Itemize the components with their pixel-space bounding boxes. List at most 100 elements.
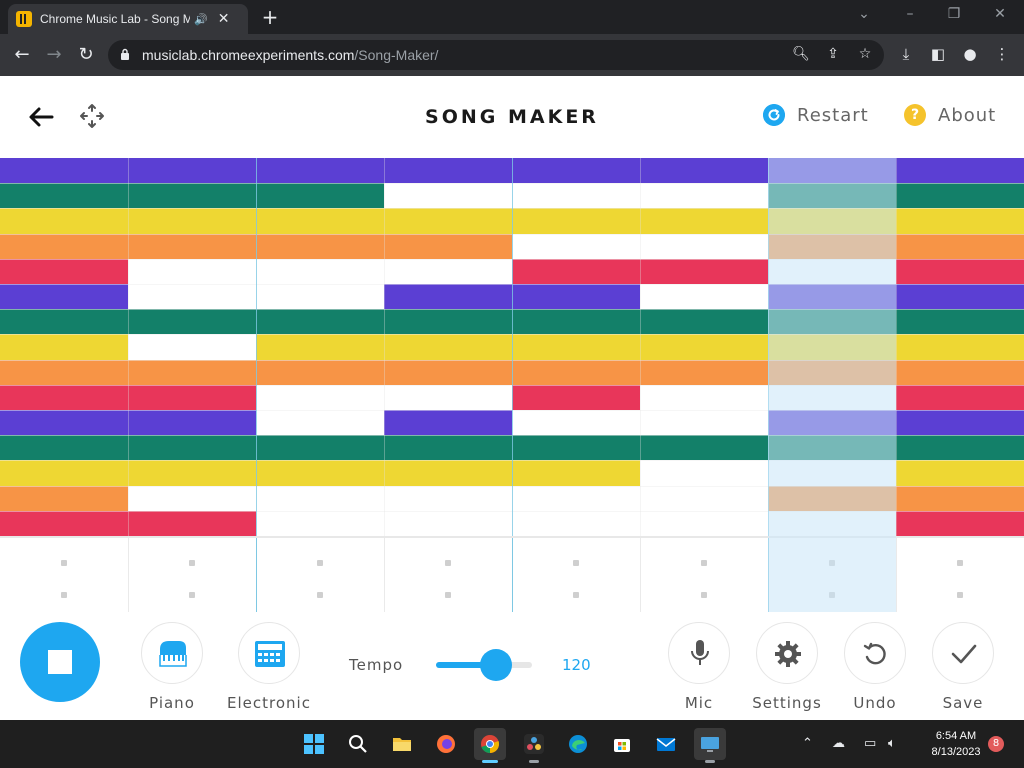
percussion-grid[interactable] xyxy=(0,536,1024,614)
note-cell[interactable] xyxy=(768,309,896,335)
reload-icon[interactable]: ↻ xyxy=(74,43,98,67)
profile-icon[interactable]: ● xyxy=(960,45,980,63)
percussion-cell[interactable] xyxy=(317,592,323,598)
speaker-icon[interactable]: 🔊 xyxy=(194,13,208,26)
note-cell[interactable] xyxy=(640,233,768,259)
undo-button[interactable]: Undo xyxy=(829,622,921,712)
start-button[interactable] xyxy=(298,728,330,760)
note-cell[interactable] xyxy=(384,183,512,209)
note-cell[interactable] xyxy=(512,183,640,209)
taskbar-firefox[interactable] xyxy=(430,728,462,760)
note-cell[interactable] xyxy=(640,334,768,360)
note-cell[interactable] xyxy=(640,158,768,184)
close-window-icon[interactable]: ✕ xyxy=(988,6,1012,22)
note-cell[interactable] xyxy=(768,208,896,234)
note-cell[interactable] xyxy=(896,460,1024,486)
melody-grid[interactable] xyxy=(0,158,1024,536)
note-cell[interactable] xyxy=(896,384,1024,410)
percussion-cell[interactable] xyxy=(573,592,579,598)
note-cell[interactable] xyxy=(512,208,640,234)
note-cell[interactable] xyxy=(256,359,384,385)
note-cell[interactable] xyxy=(640,460,768,486)
about-button[interactable]: ? About xyxy=(904,104,996,126)
note-cell[interactable] xyxy=(128,510,256,536)
share-icon[interactable]: ⇪ xyxy=(824,46,842,62)
note-cell[interactable] xyxy=(128,334,256,360)
note-cell[interactable] xyxy=(0,435,128,461)
note-cell[interactable] xyxy=(768,485,896,511)
note-cell[interactable] xyxy=(896,435,1024,461)
note-cell[interactable] xyxy=(128,435,256,461)
notification-badge[interactable]: 8 xyxy=(988,736,1004,752)
download-icon[interactable]: ⤓ xyxy=(896,45,916,63)
note-cell[interactable] xyxy=(768,233,896,259)
instrument-button[interactable]: Piano xyxy=(126,622,218,712)
note-cell[interactable] xyxy=(768,158,896,184)
note-cell[interactable] xyxy=(768,359,896,385)
minimize-icon[interactable]: – xyxy=(898,6,922,22)
browser-tab[interactable]: Chrome Music Lab - Song M 🔊 ✕ xyxy=(8,4,248,34)
note-cell[interactable] xyxy=(256,183,384,209)
percussion-cell[interactable] xyxy=(957,592,963,598)
note-cell[interactable] xyxy=(512,510,640,536)
note-cell[interactable] xyxy=(128,384,256,410)
note-cell[interactable] xyxy=(128,284,256,310)
taskbar-remote-app[interactable] xyxy=(694,728,726,763)
tempo-slider-thumb[interactable] xyxy=(479,649,512,681)
menu-kebab-icon[interactable]: ⋮ xyxy=(992,45,1012,63)
note-cell[interactable] xyxy=(896,183,1024,209)
note-cell[interactable] xyxy=(128,359,256,385)
note-cell[interactable] xyxy=(512,460,640,486)
percussion-cell[interactable] xyxy=(829,560,835,566)
taskbar-chrome[interactable] xyxy=(474,728,506,763)
note-cell[interactable] xyxy=(896,258,1024,284)
percussion-cell[interactable] xyxy=(829,592,835,598)
note-cell[interactable] xyxy=(384,410,512,436)
percussion-cell[interactable] xyxy=(445,592,451,598)
note-cell[interactable] xyxy=(896,233,1024,259)
note-cell[interactable] xyxy=(896,158,1024,184)
note-cell[interactable] xyxy=(640,359,768,385)
side-panel-icon[interactable]: ◧ xyxy=(928,45,948,63)
note-cell[interactable] xyxy=(256,485,384,511)
search-icon[interactable]: 🔍︎ xyxy=(792,46,810,62)
note-cell[interactable] xyxy=(896,485,1024,511)
note-cell[interactable] xyxy=(128,258,256,284)
note-cell[interactable] xyxy=(128,309,256,335)
note-cell[interactable] xyxy=(384,384,512,410)
note-cell[interactable] xyxy=(768,510,896,536)
percussion-cell[interactable] xyxy=(61,592,67,598)
note-cell[interactable] xyxy=(384,309,512,335)
taskbar-davinci[interactable] xyxy=(518,728,550,763)
url-text[interactable]: musiclab.chromeexperiments.com/Song-Make… xyxy=(142,47,438,63)
note-cell[interactable] xyxy=(0,258,128,284)
note-cell[interactable] xyxy=(256,510,384,536)
taskbar-file-explorer[interactable] xyxy=(386,728,418,760)
note-cell[interactable] xyxy=(896,359,1024,385)
note-cell[interactable] xyxy=(128,208,256,234)
note-cell[interactable] xyxy=(128,410,256,436)
note-cell[interactable] xyxy=(128,460,256,486)
back-icon[interactable]: ← xyxy=(10,43,34,67)
note-cell[interactable] xyxy=(640,284,768,310)
note-cell[interactable] xyxy=(512,410,640,436)
tab-search-icon[interactable]: ⌄ xyxy=(852,6,876,22)
note-cell[interactable] xyxy=(256,384,384,410)
note-cell[interactable] xyxy=(0,233,128,259)
volume-icon[interactable]: 🔈︎ xyxy=(888,736,896,751)
note-cell[interactable] xyxy=(0,334,128,360)
percussion-cell[interactable] xyxy=(61,560,67,566)
save-button[interactable]: Save xyxy=(917,622,1009,712)
note-cell[interactable] xyxy=(384,460,512,486)
tempo-slider[interactable] xyxy=(436,649,532,681)
note-cell[interactable] xyxy=(0,384,128,410)
address-bar[interactable]: musiclab.chromeexperiments.com/Song-Make… xyxy=(108,40,884,70)
percussion-cell[interactable] xyxy=(701,560,707,566)
cloud-off-icon[interactable]: ☁ xyxy=(832,736,845,751)
percussion-cell[interactable] xyxy=(445,560,451,566)
note-cell[interactable] xyxy=(640,258,768,284)
note-cell[interactable] xyxy=(256,258,384,284)
note-cell[interactable] xyxy=(256,284,384,310)
show-hidden-icons-icon[interactable]: ⌃ xyxy=(802,736,813,751)
note-cell[interactable] xyxy=(0,284,128,310)
